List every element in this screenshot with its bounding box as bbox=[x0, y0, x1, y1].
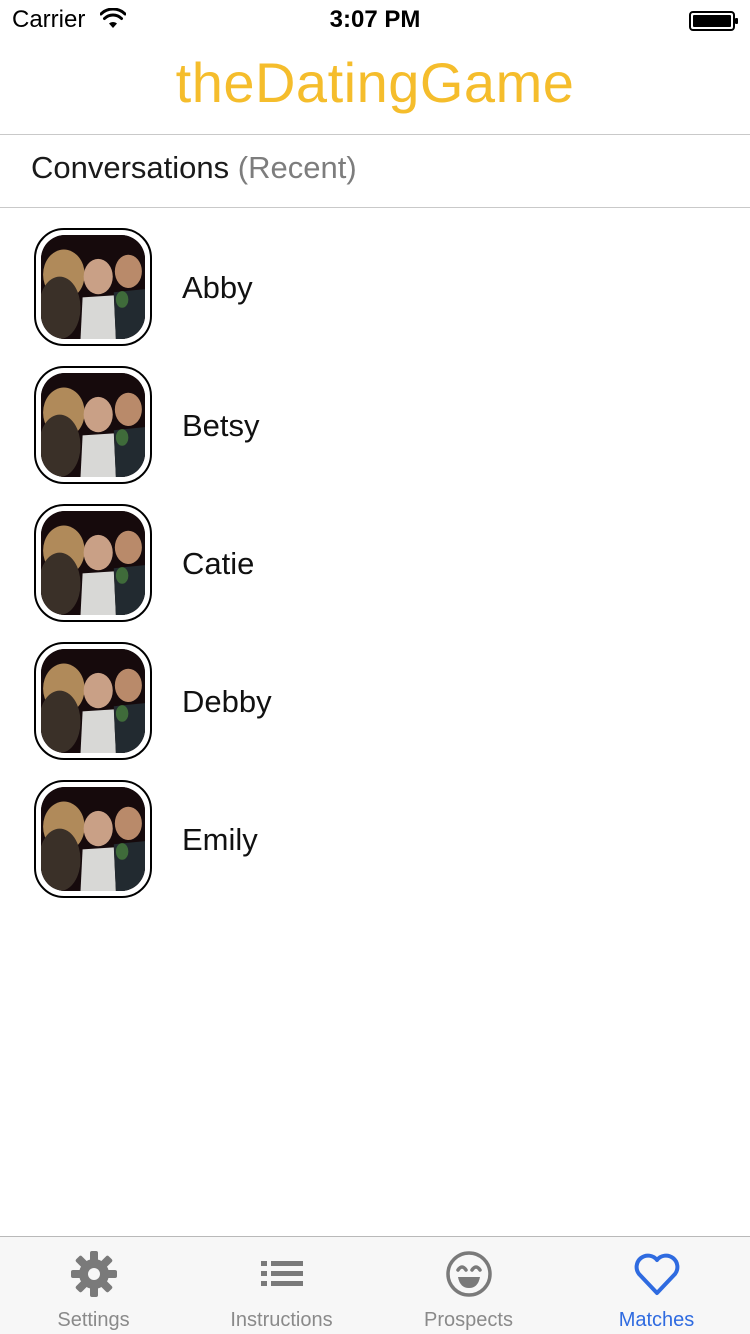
conversation-row[interactable]: Abby bbox=[0, 208, 750, 346]
section-title: Conversations bbox=[31, 150, 230, 185]
avatar bbox=[34, 504, 152, 622]
profile-photo bbox=[41, 649, 145, 753]
avatar bbox=[34, 642, 152, 760]
section-subtitle: (Recent) bbox=[237, 150, 357, 185]
conversation-name: Catie bbox=[182, 546, 255, 581]
avatar bbox=[34, 228, 152, 346]
section-header: Conversations (Recent) bbox=[31, 150, 357, 186]
profile-photo bbox=[41, 511, 145, 615]
conversation-name: Debby bbox=[182, 684, 272, 719]
gear-icon bbox=[70, 1251, 117, 1297]
battery-icon bbox=[689, 11, 738, 31]
tab-matches[interactable]: Matches bbox=[563, 1237, 750, 1334]
conversation-row[interactable]: Debby bbox=[0, 622, 750, 760]
conversation-name: Betsy bbox=[182, 408, 260, 443]
conversation-row[interactable]: Catie bbox=[0, 484, 750, 622]
profile-photo bbox=[41, 235, 145, 339]
tab-instructions[interactable]: Instructions bbox=[188, 1237, 375, 1334]
profile-photo bbox=[41, 787, 145, 891]
profile-photo bbox=[41, 373, 145, 477]
smiley-icon bbox=[445, 1251, 492, 1297]
app-title: theDatingGame bbox=[175, 51, 575, 114]
conversation-name: Emily bbox=[182, 822, 258, 857]
header-divider bbox=[0, 134, 750, 135]
tab-label: Matches bbox=[618, 1309, 695, 1331]
tab-bar: Settings Instructions Prospects Matches bbox=[0, 1236, 750, 1334]
avatar bbox=[34, 780, 152, 898]
avatar bbox=[34, 366, 152, 484]
status-bar: Carrier 3:07 PM bbox=[0, 0, 750, 40]
tab-label: Settings bbox=[57, 1309, 130, 1331]
tab-prospects[interactable]: Prospects bbox=[375, 1237, 562, 1334]
heart-icon bbox=[634, 1253, 679, 1295]
list-icon bbox=[260, 1261, 303, 1286]
tab-label: Instructions bbox=[230, 1309, 333, 1331]
conversation-row[interactable]: Betsy bbox=[0, 346, 750, 484]
conversation-row[interactable]: Emily bbox=[0, 760, 750, 898]
clock: 3:07 PM bbox=[329, 6, 421, 33]
tab-label: Prospects bbox=[424, 1309, 513, 1331]
tab-settings[interactable]: Settings bbox=[0, 1237, 187, 1334]
conversation-name: Abby bbox=[182, 270, 253, 305]
